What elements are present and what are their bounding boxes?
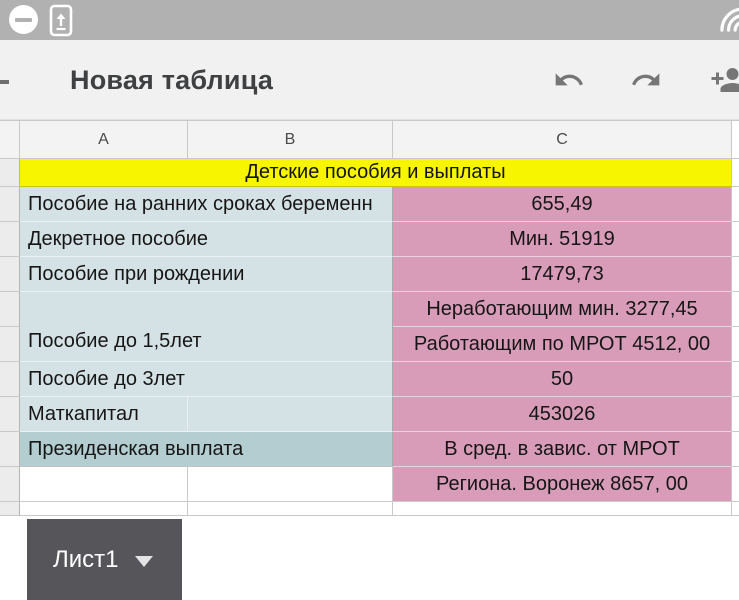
screen-share-icon — [48, 4, 74, 37]
row-header[interactable] — [0, 467, 20, 502]
cell-value[interactable]: В сред. в завис. от МРОТ — [393, 432, 732, 467]
cell-label[interactable]: Маткапитал — [20, 397, 188, 432]
do-not-disturb-icon — [9, 5, 38, 34]
column-header-a[interactable]: A — [20, 121, 188, 159]
add-people-icon — [706, 62, 739, 98]
row-header[interactable] — [0, 362, 20, 397]
row-header[interactable] — [0, 292, 20, 327]
row-header[interactable] — [0, 502, 20, 516]
column-header-c[interactable]: C — [393, 121, 732, 159]
cell-empty[interactable] — [393, 502, 732, 516]
cell-empty[interactable] — [188, 502, 393, 516]
back-icon[interactable] — [0, 80, 9, 84]
column-header-b[interactable]: B — [188, 121, 393, 159]
cell-value[interactable]: Мин. 51919 — [393, 222, 732, 257]
cell-label[interactable]: Пособие на ранних сроках беременн — [20, 187, 393, 222]
row-header[interactable] — [0, 327, 20, 362]
cell-empty[interactable] — [20, 467, 188, 502]
corner-cell[interactable] — [0, 121, 20, 159]
app-bar: Новая таблица — [0, 40, 739, 120]
cell-value[interactable]: Неработающим мин. 3277,45 — [393, 292, 732, 327]
row-header[interactable] — [0, 187, 20, 222]
row-header[interactable] — [0, 159, 20, 187]
share-button[interactable] — [706, 62, 739, 98]
cell-value[interactable]: 453026 — [393, 397, 732, 432]
sheet-tab-label: Лист1 — [53, 546, 119, 574]
cell-value[interactable]: 655,49 — [393, 187, 732, 222]
cell-value[interactable]: Региона. Воронеж 8657, 00 — [393, 467, 732, 502]
wifi-icon — [703, 0, 739, 40]
redo-icon — [627, 64, 667, 96]
status-bar — [0, 0, 739, 40]
chevron-down-icon — [135, 556, 153, 567]
sheet-tab-list1[interactable]: Лист1 — [27, 519, 182, 600]
cell-label[interactable]: Пособие при рождении — [20, 257, 393, 292]
undo-icon — [550, 64, 590, 96]
banner-cell[interactable]: Детские пособия и выплаты — [20, 159, 732, 187]
cell-label[interactable]: Пособие до 3лет — [20, 362, 393, 397]
row-header[interactable] — [0, 257, 20, 292]
redo-button[interactable] — [627, 62, 667, 98]
spreadsheet-grid: A B C Детские пособия и выплаты Пособие … — [0, 120, 739, 516]
row-header[interactable] — [0, 222, 20, 257]
cell-empty[interactable] — [20, 502, 188, 516]
column-sliver — [732, 121, 739, 159]
document-title: Новая таблица — [70, 40, 273, 120]
undo-button[interactable] — [550, 62, 590, 98]
cell-label[interactable]: Пособие до 1,5лет — [20, 292, 393, 362]
cell-empty[interactable] — [188, 467, 393, 502]
cell-label[interactable]: Декретное пособие — [20, 222, 393, 257]
cell-value[interactable]: Работающим по МРОТ 4512, 00 — [393, 327, 732, 362]
cell-empty[interactable] — [188, 397, 393, 432]
cell-value[interactable]: 17479,73 — [393, 257, 732, 292]
row-header[interactable] — [0, 432, 20, 467]
cell-value[interactable]: 50 — [393, 362, 732, 397]
cell-label[interactable]: Президенская выплата — [20, 432, 393, 467]
row-header[interactable] — [0, 397, 20, 432]
